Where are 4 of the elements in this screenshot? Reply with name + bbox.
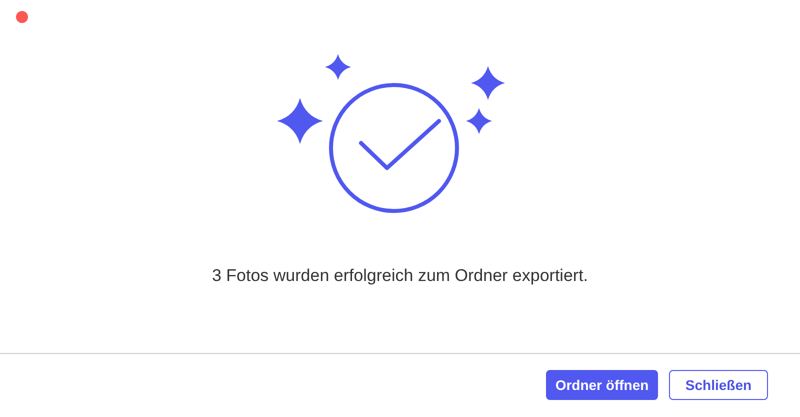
close-dialog-button[interactable]: Schließen [669,370,768,400]
export-message: 3 Fotos wurden erfolgreich zum Ordner exportiert. [210,265,590,287]
close-button[interactable] [16,11,28,23]
open-folder-button[interactable]: Ordner öffnen [546,370,658,400]
